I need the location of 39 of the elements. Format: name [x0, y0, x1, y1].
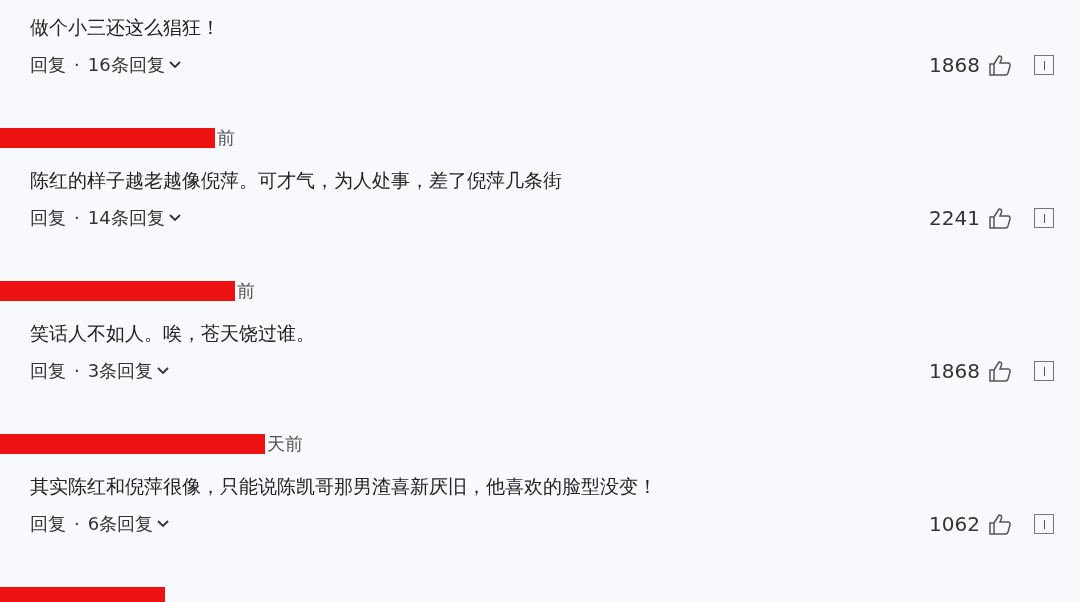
thumbs-up-icon	[988, 513, 1012, 535]
report-button[interactable]	[1034, 208, 1054, 228]
like-button[interactable]	[988, 54, 1012, 76]
separator-dot: ·	[74, 209, 80, 227]
separator-dot: ·	[74, 362, 80, 380]
comment-text: 陈红的样子越老越像倪萍。可才气，为人处事，差了倪萍几条街	[30, 168, 563, 192]
comment-time: 前	[237, 282, 255, 300]
thumbs-up-icon	[988, 54, 1012, 76]
thumbs-up-icon	[988, 207, 1012, 229]
reply-link[interactable]: 回复	[30, 515, 66, 533]
reply-link[interactable]: 回复	[30, 209, 66, 227]
separator-dot: ·	[74, 56, 80, 74]
report-button[interactable]	[1034, 514, 1054, 534]
chevron-down-icon	[157, 367, 170, 375]
separator-dot: ·	[74, 515, 80, 533]
comment-time: 前	[217, 129, 235, 147]
chevron-down-icon	[157, 520, 170, 528]
report-button[interactable]	[1034, 55, 1054, 75]
like-button[interactable]	[988, 513, 1012, 535]
replies-toggle[interactable]: 16条回复	[87, 56, 181, 74]
comment-text: 笑话人不如人。唉，苍天饶过谁。	[30, 321, 316, 345]
report-button[interactable]	[1034, 361, 1054, 381]
like-count: 2241	[929, 208, 980, 228]
comment-text: 其实陈红和倪萍很像，只能说陈凯哥那男渣喜新厌旧，他喜欢的脸型没变！	[30, 474, 658, 498]
reply-link[interactable]: 回复	[30, 56, 66, 74]
replies-toggle[interactable]: 6条回复	[87, 515, 170, 533]
reply-link[interactable]: 回复	[30, 362, 66, 380]
like-button[interactable]	[988, 360, 1012, 382]
chevron-down-icon	[168, 61, 181, 69]
replies-toggle[interactable]: 3条回复	[87, 362, 170, 380]
comment-time: 天前	[267, 435, 303, 453]
replies-toggle[interactable]: 14条回复	[87, 209, 181, 227]
like-button[interactable]	[988, 207, 1012, 229]
like-count: 1868	[929, 55, 980, 75]
like-count: 1868	[929, 361, 980, 381]
like-count: 1062	[929, 514, 980, 534]
comment-text: 做个小三还这么猖狂！	[30, 15, 221, 39]
chevron-down-icon	[168, 214, 181, 222]
thumbs-up-icon	[988, 360, 1012, 382]
